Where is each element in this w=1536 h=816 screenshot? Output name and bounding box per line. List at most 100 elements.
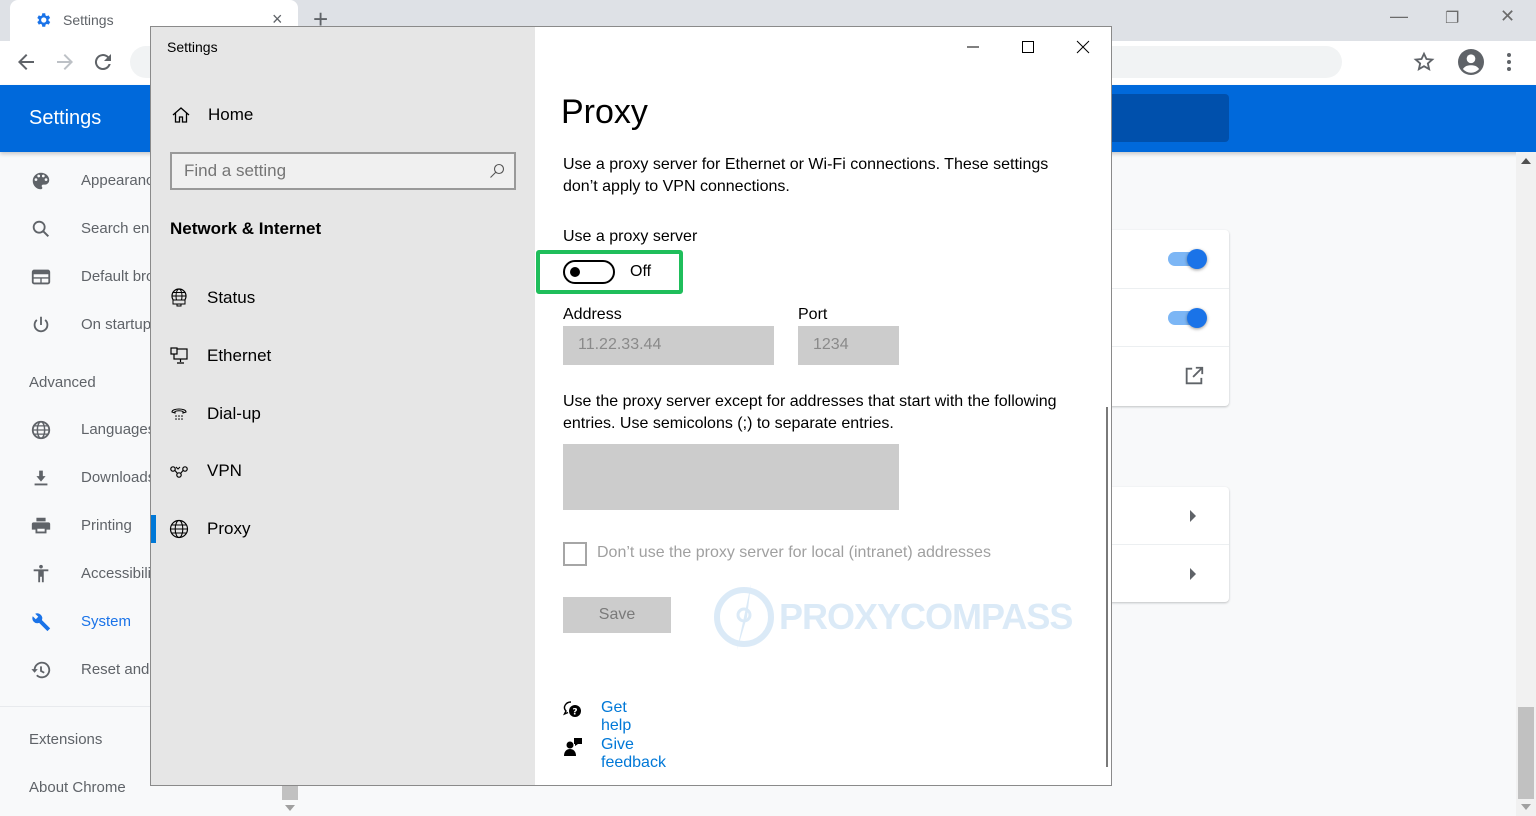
settings-card-system bbox=[1111, 230, 1229, 406]
chrome-nav-downloads[interactable]: Downloads bbox=[0, 458, 150, 498]
external-link-icon[interactable] bbox=[1183, 365, 1205, 387]
page-title: Proxy bbox=[561, 93, 648, 131]
browser-icon bbox=[31, 269, 51, 285]
arrow-right-icon bbox=[1190, 510, 1196, 522]
setting-row[interactable] bbox=[1111, 545, 1229, 602]
profile-avatar-icon[interactable] bbox=[1458, 49, 1484, 75]
chrome-nav-reset[interactable]: Reset and clean up bbox=[0, 650, 150, 690]
nav-scrollbar-thumb[interactable] bbox=[282, 785, 298, 800]
browser-restore-button[interactable]: ❐ bbox=[1445, 8, 1459, 28]
scroll-down-icon[interactable] bbox=[1521, 804, 1531, 810]
toggle-state-label: Off bbox=[630, 263, 652, 280]
home-icon bbox=[172, 107, 190, 123]
pane-scrollbar[interactable] bbox=[1106, 407, 1108, 767]
watermark-text: PROXYCOMPASS bbox=[779, 596, 1073, 637]
chrome-nav-on-startup[interactable]: On startup bbox=[0, 305, 150, 345]
scrollbar-thumb[interactable] bbox=[1518, 707, 1534, 799]
nav-proxy[interactable]: Proxy bbox=[151, 507, 535, 551]
address-label: Address bbox=[563, 306, 622, 323]
chrome-nav-about[interactable]: About Chrome bbox=[29, 779, 126, 796]
nav-status[interactable]: Status bbox=[151, 276, 535, 320]
more-menu-icon[interactable] bbox=[1503, 52, 1515, 72]
setting-row[interactable] bbox=[1111, 487, 1229, 545]
dialup-icon bbox=[171, 408, 187, 420]
proxy-settings-pane: Proxy Use a proxy server for Ethernet or… bbox=[535, 27, 1111, 785]
bookmark-star-icon[interactable] bbox=[1413, 51, 1435, 73]
globe-icon bbox=[31, 420, 51, 440]
vpn-icon bbox=[170, 466, 188, 478]
search-icon[interactable] bbox=[489, 163, 505, 179]
nav-vpn[interactable]: VPN bbox=[151, 449, 535, 493]
wrench-icon bbox=[32, 613, 51, 632]
chrome-nav-accessibility[interactable]: Accessibility bbox=[0, 554, 150, 594]
port-label: Port bbox=[798, 306, 828, 323]
page-scrollbar[interactable] bbox=[1516, 152, 1536, 816]
exceptions-field[interactable] bbox=[563, 444, 899, 510]
nav-divider bbox=[0, 706, 150, 707]
ethernet-icon bbox=[170, 347, 188, 364]
chrome-nav-printing[interactable]: Printing bbox=[0, 506, 150, 546]
proxy-description: Use a proxy server for Ethernet or Wi-Fi… bbox=[563, 156, 1049, 195]
scroll-down-icon[interactable] bbox=[285, 805, 295, 811]
gear-icon bbox=[37, 13, 51, 27]
nav-dial-up[interactable]: Dial-up bbox=[151, 392, 535, 436]
windows-settings-sidebar: Settings Home Network & Internet Status … bbox=[151, 27, 535, 785]
arrow-right-icon bbox=[1190, 568, 1196, 580]
toggle-switch-on[interactable] bbox=[1168, 308, 1207, 328]
nav-home[interactable]: Home bbox=[151, 97, 535, 133]
local-addresses-checkbox[interactable] bbox=[563, 542, 587, 566]
toggle-knob bbox=[570, 267, 580, 277]
back-icon[interactable] bbox=[14, 50, 38, 74]
nav-scrollbar[interactable] bbox=[281, 785, 299, 816]
chrome-nav-appearance[interactable]: Appearance bbox=[0, 161, 150, 201]
use-proxy-toggle[interactable] bbox=[563, 260, 615, 284]
chrome-nav-search-engine[interactable]: Search engine bbox=[0, 209, 150, 249]
use-proxy-label: Use a proxy server bbox=[563, 228, 698, 245]
download-icon bbox=[34, 470, 48, 486]
scroll-up-icon[interactable] bbox=[1521, 158, 1531, 164]
setting-row bbox=[1111, 289, 1229, 347]
local-addresses-label[interactable]: Don’t use the proxy server for local (in… bbox=[597, 544, 991, 562]
find-setting-search[interactable] bbox=[170, 152, 516, 190]
restore-icon bbox=[31, 661, 51, 679]
accessibility-icon bbox=[33, 564, 49, 583]
palette-icon bbox=[32, 172, 50, 190]
chrome-nav-extensions[interactable]: Extensions bbox=[29, 731, 102, 748]
compass-icon bbox=[714, 584, 774, 650]
chrome-nav-default-browser[interactable]: Default browser bbox=[0, 257, 150, 297]
setting-row bbox=[1111, 230, 1229, 289]
printer-icon bbox=[31, 517, 51, 534]
close-icon[interactable] bbox=[1073, 37, 1093, 57]
browser-minimize-button[interactable]: — bbox=[1390, 6, 1408, 27]
watermark-logo: PROXYCOMPASS bbox=[711, 582, 1073, 652]
minimize-icon[interactable] bbox=[963, 37, 983, 57]
window-title: Settings bbox=[167, 39, 218, 55]
browser-close-button[interactable]: ✕ bbox=[1500, 6, 1515, 27]
forward-icon[interactable] bbox=[53, 50, 77, 74]
toggle-switch-on[interactable] bbox=[1168, 249, 1207, 269]
feedback-icon bbox=[564, 738, 582, 756]
chrome-nav-system[interactable]: System bbox=[0, 602, 150, 642]
maximize-icon[interactable] bbox=[1018, 37, 1038, 57]
chrome-nav-advanced-heading[interactable]: Advanced bbox=[29, 374, 96, 391]
reload-icon[interactable] bbox=[91, 50, 115, 74]
network-status-icon bbox=[171, 288, 187, 307]
chrome-settings-title: Settings bbox=[29, 107, 102, 129]
port-field[interactable]: 1234 bbox=[798, 326, 899, 365]
exceptions-description: Use the proxy server except for addresse… bbox=[563, 393, 1057, 432]
power-icon bbox=[33, 316, 49, 333]
save-button[interactable]: Save bbox=[563, 597, 671, 633]
setting-row-proxy[interactable] bbox=[1111, 347, 1229, 406]
help-chat-icon: ? bbox=[563, 701, 581, 718]
chrome-nav-languages[interactable]: Languages bbox=[0, 410, 150, 450]
tab-title: Settings bbox=[63, 12, 114, 28]
address-field[interactable]: 11.22.33.44 bbox=[563, 326, 774, 365]
find-setting-input[interactable] bbox=[172, 154, 482, 188]
svg-text:?: ? bbox=[572, 708, 577, 718]
chrome-settings-nav: Appearance Search engine Default browser… bbox=[0, 152, 150, 816]
nav-ethernet[interactable]: Ethernet bbox=[151, 334, 535, 378]
chrome-settings-search[interactable] bbox=[1100, 94, 1229, 142]
category-heading: Network & Internet bbox=[170, 219, 322, 238]
search-icon bbox=[32, 220, 50, 238]
windows-settings-window: Settings Home Network & Internet Status … bbox=[150, 26, 1112, 786]
